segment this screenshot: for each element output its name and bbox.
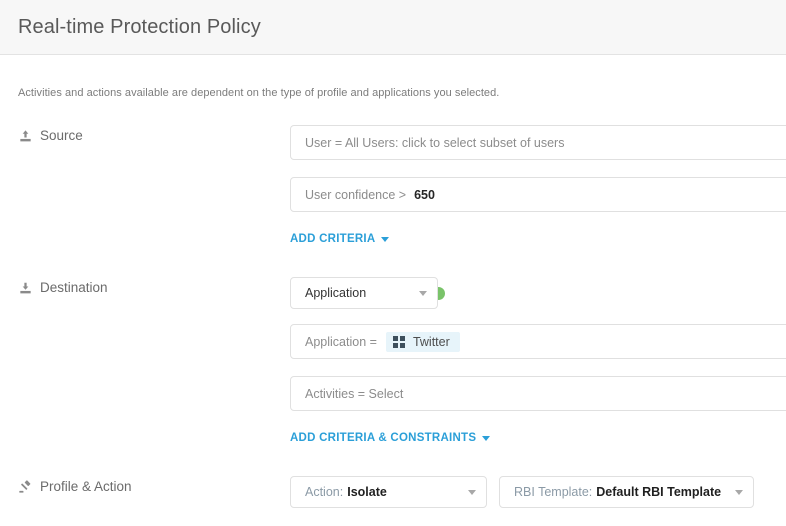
criteria-user-confidence[interactable]: User confidence > 650 [290,177,786,212]
action-select-prefix: Action: [305,485,344,499]
section-source-label: Source [18,125,290,143]
chevron-down-icon [419,290,427,296]
criteria-user-confidence-text: User confidence > [305,187,407,202]
criteria-user-text: User = All Users: click to select subset… [305,135,565,150]
section-destination-label: Destination [18,277,290,295]
page-title: Real-time Protection Policy [18,15,261,38]
download-icon [18,281,33,296]
section-destination-fields: Application Application = Twitter Activi… [290,277,786,446]
rbi-template-select-value: Default RBI Template [596,485,722,499]
chevron-down-icon [381,236,390,242]
app-chip-twitter[interactable]: Twitter [385,331,460,352]
policy-form: Source User = All Users: click to select… [0,125,786,508]
add-criteria-constraints-link-label: ADD CRITERIA & CONSTRAINTS [290,432,477,444]
section-destination-label-text: Destination [40,280,108,295]
destination-type-select[interactable]: Application [290,277,438,309]
action-dropdown-row: Action: Isolate RBI Template: Default RB… [290,476,786,508]
criteria-activities-text: Activities = Select [305,386,404,401]
section-source-label-text: Source [40,128,83,143]
criteria-user[interactable]: User = All Users: click to select subset… [290,125,786,160]
section-profile-action-label-text: Profile & Action [40,479,132,494]
upload-icon [18,129,33,144]
section-destination: Destination Application Application = Tw… [0,277,786,446]
section-source-fields: User = All Users: click to select subset… [290,125,786,247]
criteria-application-text: Application = [305,334,377,349]
chevron-down-icon [735,489,743,495]
action-select-value: Isolate [347,485,387,499]
app-chip-label: Twitter [412,334,450,349]
grid-apps-icon [392,335,405,348]
add-criteria-constraints-link[interactable]: ADD CRITERIA & CONSTRAINTS [290,432,491,444]
hint-text: Activities and actions available are dep… [18,87,500,99]
section-profile-action: Profile & Action Action: Isolate RBI Tem… [0,476,786,508]
section-source: Source User = All Users: click to select… [0,125,786,247]
section-profile-action-fields: Action: Isolate RBI Template: Default RB… [290,476,786,508]
chevron-down-icon [482,435,491,441]
add-criteria-link-label: ADD CRITERIA [290,233,376,245]
rbi-template-select-prefix: RBI Template: [514,485,593,499]
rbi-template-select[interactable]: RBI Template: Default RBI Template [499,476,754,508]
criteria-application[interactable]: Application = Twitter [290,324,786,359]
chevron-down-icon [468,489,476,495]
criteria-activities[interactable]: Activities = Select [290,376,786,411]
page-header: Real-time Protection Policy [0,0,786,55]
section-profile-action-label: Profile & Action [18,476,290,494]
destination-type-select-value: Application [305,286,367,300]
action-select[interactable]: Action: Isolate [290,476,487,508]
add-criteria-link[interactable]: ADD CRITERIA [290,233,390,245]
destination-type-row: Application [290,277,786,309]
criteria-user-confidence-value: 650 [414,187,435,202]
hint-row: Activities and actions available are dep… [0,55,786,99]
gavel-icon [18,480,33,495]
